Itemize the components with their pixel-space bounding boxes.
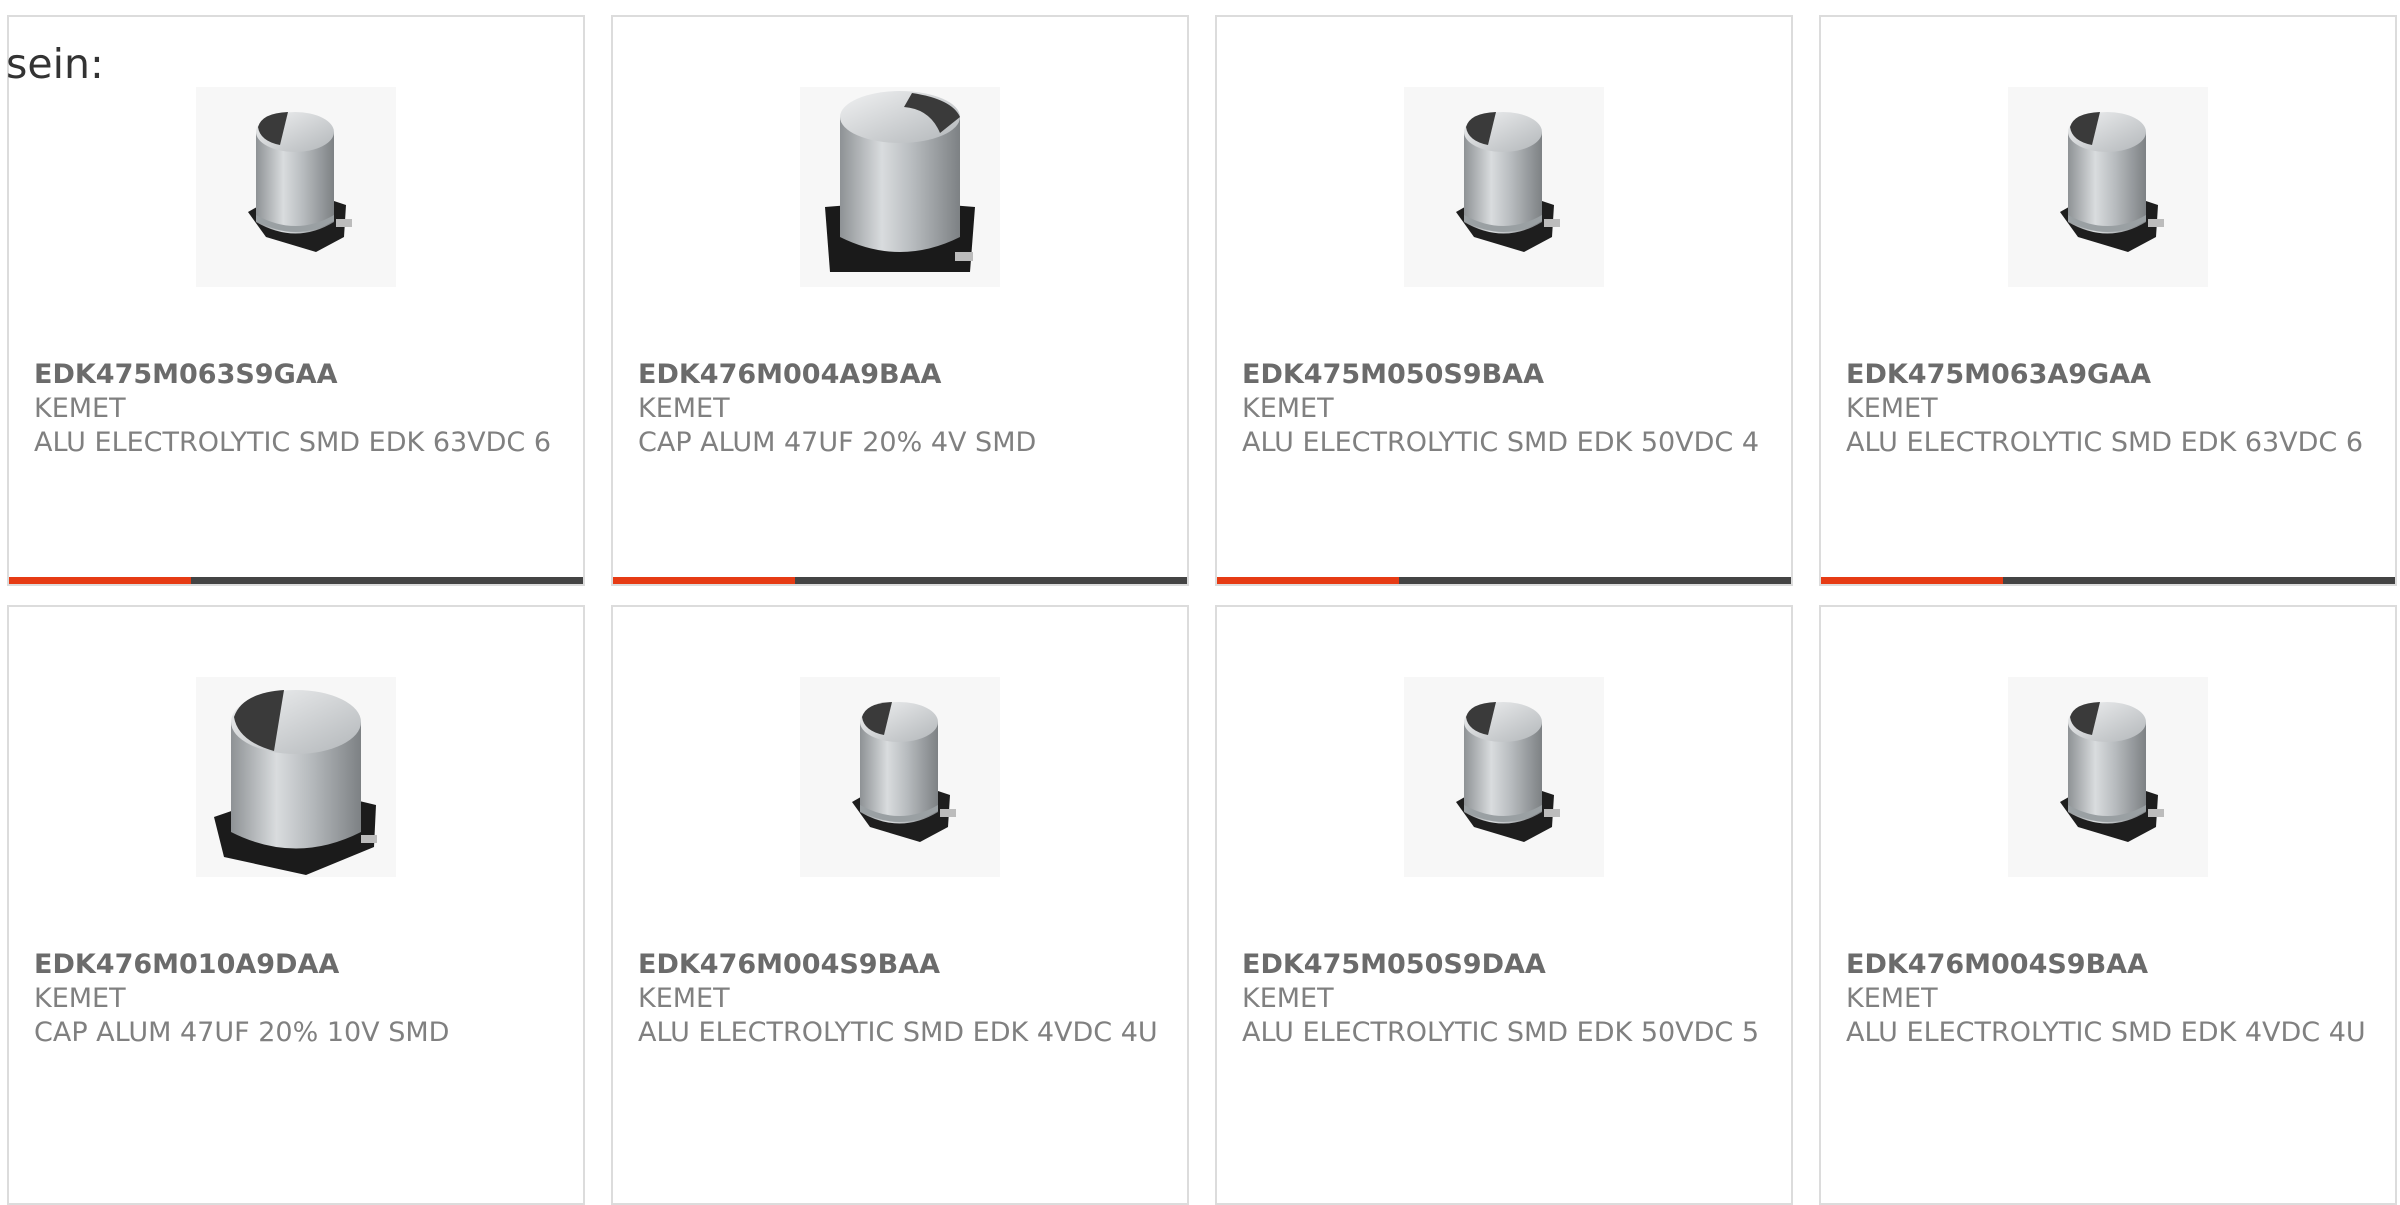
description: ALU ELECTROLYTIC SMD EDK 4VDC 4U (1846, 1017, 2366, 1048)
product-image[interactable] (2008, 677, 2208, 877)
manufacturer: KEMET (1846, 983, 1938, 1014)
accent-indicator (9, 577, 191, 584)
capacitor-icon (800, 87, 1000, 287)
product-card[interactable]: EDK476M010A9DAA KEMET CAP ALUM 47UF 20% … (7, 605, 585, 1205)
capacitor-icon (2008, 87, 2208, 287)
card-bottom-bar (1217, 577, 1791, 584)
product-card[interactable]: EDK475M063A9GAA KEMET ALU ELECTROLYTIC S… (1819, 15, 2397, 586)
product-card[interactable]: EDK476M004A9BAA KEMET CAP ALUM 47UF 20% … (611, 15, 1189, 586)
accent-indicator (613, 577, 795, 584)
part-number[interactable]: EDK475M050S9BAA (1242, 358, 1771, 392)
product-card[interactable]: EDK475M050S9DAA KEMET ALU ELECTROLYTIC S… (1215, 605, 1793, 1205)
description: ALU ELECTROLYTIC SMD EDK 63VDC 6 (34, 427, 552, 458)
part-number[interactable]: EDK475M050S9DAA (1242, 948, 1771, 982)
description: ALU ELECTROLYTIC SMD EDK 50VDC 4 (1242, 427, 1760, 458)
manufacturer: KEMET (34, 393, 126, 424)
manufacturer: KEMET (34, 983, 126, 1014)
capacitor-icon (2008, 677, 2208, 877)
manufacturer: KEMET (638, 983, 730, 1014)
card-bottom-bar (613, 577, 1187, 584)
card-bottom-bar (9, 577, 583, 584)
part-number[interactable]: EDK476M004S9BAA (638, 948, 1167, 982)
description: ALU ELECTROLYTIC SMD EDK 50VDC 5 (1242, 1017, 1760, 1048)
accent-indicator (1217, 577, 1399, 584)
product-info: EDK476M004A9BAA KEMET CAP ALUM 47UF 20% … (638, 358, 1167, 460)
product-card[interactable]: EDK476M004S9BAA KEMET ALU ELECTROLYTIC S… (1819, 605, 2397, 1205)
product-image[interactable] (800, 677, 1000, 877)
description: CAP ALUM 47UF 20% 4V SMD (638, 427, 1037, 458)
product-card[interactable]: EDK475M063S9GAA KEMET ALU ELECTROLYTIC S… (7, 15, 585, 586)
card-bottom-bar (1821, 577, 2395, 584)
description: ALU ELECTROLYTIC SMD EDK 4VDC 4U (638, 1017, 1158, 1048)
description: ALU ELECTROLYTIC SMD EDK 63VDC 6 (1846, 427, 2364, 458)
product-info: EDK475M063S9GAA KEMET ALU ELECTROLYTIC S… (34, 358, 563, 460)
product-image[interactable] (196, 87, 396, 287)
product-info: EDK475M050S9BAA KEMET ALU ELECTROLYTIC S… (1242, 358, 1771, 460)
product-info: EDK475M050S9DAA KEMET ALU ELECTROLYTIC S… (1242, 948, 1771, 1050)
accent-indicator (1821, 577, 2003, 584)
product-image[interactable] (196, 677, 396, 877)
capacitor-icon (800, 677, 1000, 877)
product-image[interactable] (1404, 87, 1604, 287)
part-number[interactable]: EDK475M063S9GAA (34, 358, 563, 392)
product-info: EDK475M063A9GAA KEMET ALU ELECTROLYTIC S… (1846, 358, 2375, 460)
product-info: EDK476M004S9BAA KEMET ALU ELECTROLYTIC S… (638, 948, 1167, 1050)
part-number[interactable]: EDK476M010A9DAA (34, 948, 563, 982)
intro-text: sein: (6, 40, 104, 88)
capacitor-icon (196, 677, 396, 877)
part-number[interactable]: EDK475M063A9GAA (1846, 358, 2375, 392)
manufacturer: KEMET (1846, 393, 1938, 424)
part-number[interactable]: EDK476M004A9BAA (638, 358, 1167, 392)
manufacturer: KEMET (1242, 393, 1334, 424)
capacitor-icon (1404, 87, 1604, 287)
product-image[interactable] (2008, 87, 2208, 287)
manufacturer: KEMET (1242, 983, 1334, 1014)
product-info: EDK476M010A9DAA KEMET CAP ALUM 47UF 20% … (34, 948, 563, 1050)
product-info: EDK476M004S9BAA KEMET ALU ELECTROLYTIC S… (1846, 948, 2375, 1050)
product-image[interactable] (1404, 677, 1604, 877)
product-card[interactable]: EDK476M004S9BAA KEMET ALU ELECTROLYTIC S… (611, 605, 1189, 1205)
product-grid: EDK475M063S9GAA KEMET ALU ELECTROLYTIC S… (7, 15, 2400, 1205)
capacitor-icon (196, 87, 396, 287)
description: CAP ALUM 47UF 20% 10V SMD (34, 1017, 450, 1048)
manufacturer: KEMET (638, 393, 730, 424)
product-image[interactable] (800, 87, 1000, 287)
capacitor-icon (1404, 677, 1604, 877)
product-card[interactable]: EDK475M050S9BAA KEMET ALU ELECTROLYTIC S… (1215, 15, 1793, 586)
part-number[interactable]: EDK476M004S9BAA (1846, 948, 2375, 982)
